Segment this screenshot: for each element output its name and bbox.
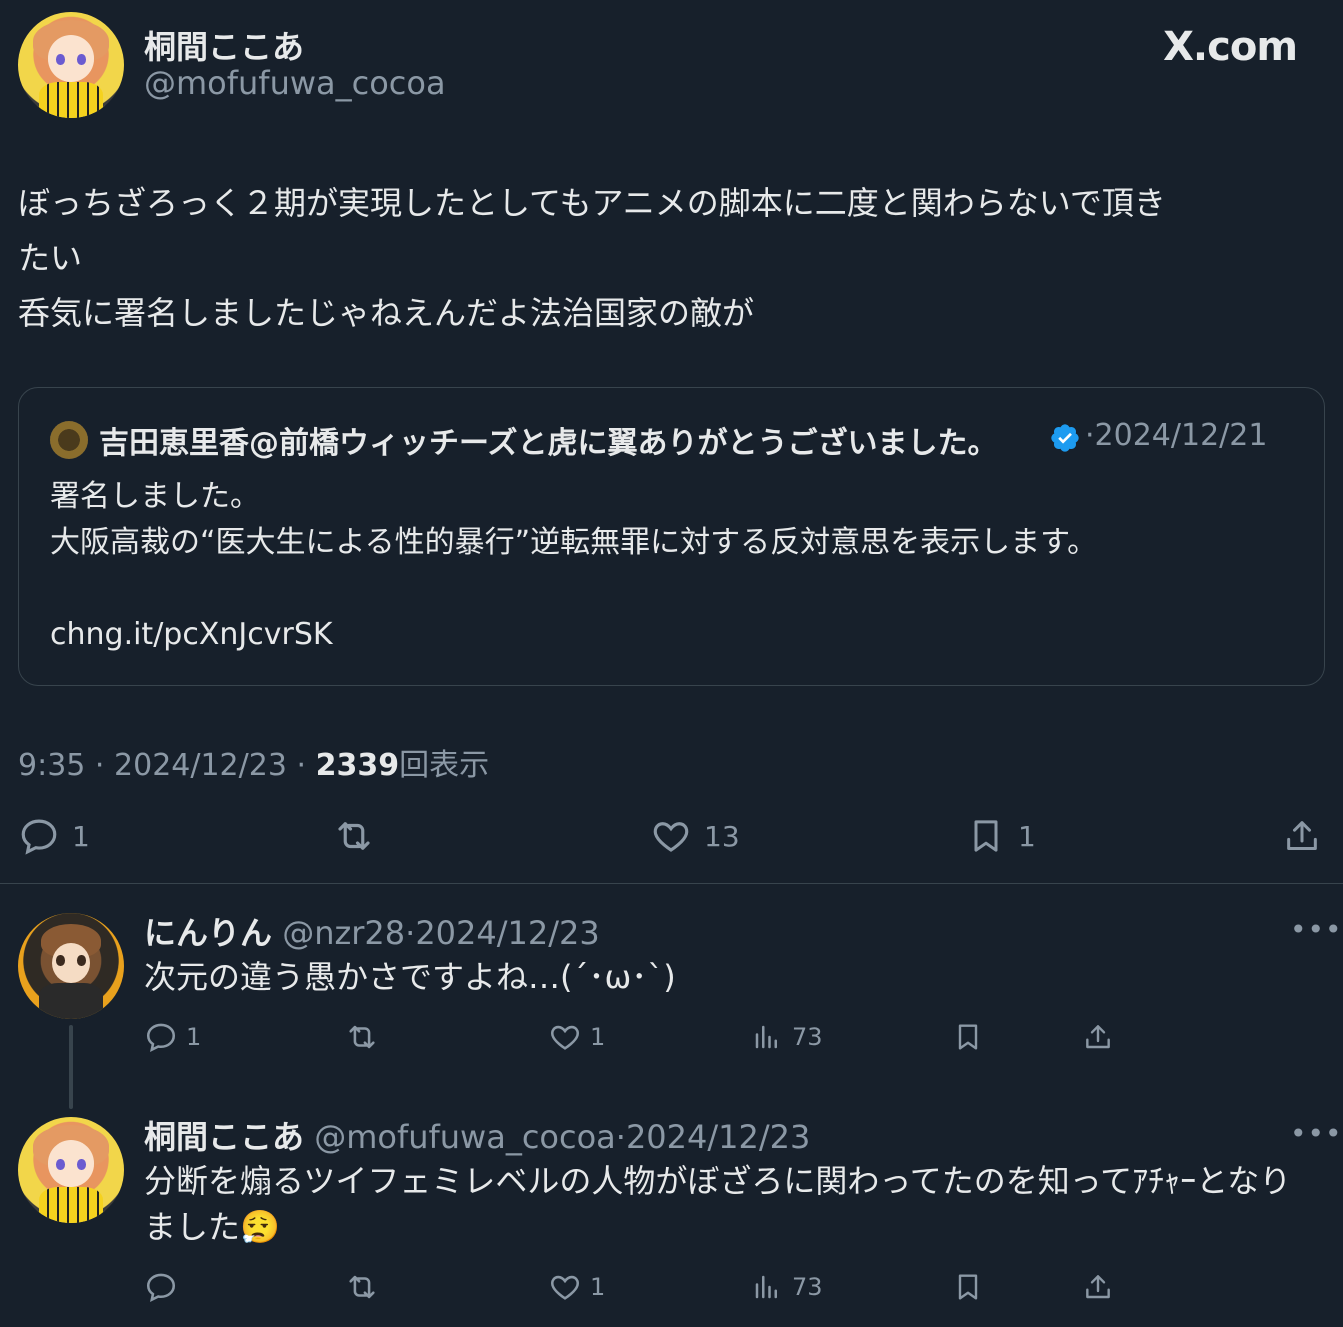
quoted-author-avatar (50, 421, 88, 459)
divider (0, 883, 1343, 884)
reply-date[interactable]: 2024/12/23 (415, 914, 599, 952)
share-icon (1086, 1025, 1110, 1049)
share-button[interactable] (1082, 1270, 1114, 1304)
reply-avatar[interactable] (18, 913, 124, 1019)
views-count: 73 (792, 1273, 823, 1301)
views-label: 回表示 (399, 748, 490, 783)
bookmark-icon (958, 1024, 978, 1050)
analytics-icon (755, 1025, 777, 1049)
reply-button[interactable]: 1 (144, 1020, 201, 1054)
bookmark-button[interactable] (952, 1020, 984, 1054)
reply-date[interactable]: 2024/12/23 (626, 1118, 810, 1156)
retweet-button[interactable] (344, 1270, 380, 1304)
bookmark-button[interactable] (952, 1270, 984, 1304)
views-count: 73 (792, 1023, 823, 1051)
reply-header: 桐間ここあ @mofufuwa_cocoa·2024/12/23 (144, 1112, 810, 1158)
reply-button[interactable]: 1 (18, 815, 90, 857)
views-button[interactable]: 73 (752, 1270, 823, 1304)
verified-badge-icon (1051, 424, 1079, 452)
reply-icon (146, 1023, 176, 1053)
quoted-tweet-text: 署名しました。 大阪高裁の“医大生による性的暴行”逆転無罪に対する反対意思を表示… (50, 479, 1098, 652)
views-count: 2339 (315, 748, 400, 783)
heart-icon (653, 822, 689, 852)
reply-author-handle[interactable]: @nzr28 (282, 914, 405, 952)
reply-icon (146, 1273, 176, 1303)
separator: · (296, 748, 307, 783)
tweet-meta: 9:35 · 2024/12/23 · 2339回表示 (18, 740, 489, 784)
bookmark-icon (974, 820, 998, 852)
like-button[interactable]: 13 (650, 815, 740, 857)
author-avatar[interactable] (18, 12, 124, 118)
retweet-icon (338, 822, 370, 850)
share-button[interactable] (1282, 815, 1322, 857)
quoted-author-name: 吉田恵里香@前橋ウィッチーズと虎に翼ありがとうございました。 (99, 426, 998, 461)
thread-line (69, 1025, 73, 1109)
bookmark-button[interactable]: 1 (966, 815, 1036, 857)
reply-button[interactable] (144, 1270, 186, 1304)
like-count: 13 (704, 819, 740, 853)
quoted-tweet[interactable]: 吉田恵里香@前橋ウィッチーズと虎に翼ありがとうございました。 ·2024/12/… (18, 387, 1325, 686)
quoted-tweet-date: ·2024/12/21 (1085, 418, 1267, 453)
reply-icon (21, 819, 57, 855)
tweet-page: 桐間ここあ @mofufuwa_cocoa X.com ぼっちざろっく２期が実現… (0, 0, 1343, 1327)
share-icon (1287, 821, 1317, 850)
like-count: 1 (590, 1273, 606, 1301)
heart-icon (551, 1275, 579, 1300)
reply-count: 1 (186, 1023, 202, 1051)
reply-text: 分断を煽るツイフェミレベルの人物がぼざろに関わってたのを知ってｱﾁｬｰとなり ま… (144, 1162, 1292, 1246)
retweet-button[interactable] (344, 1020, 380, 1054)
more-options-icon[interactable]: ••• (1290, 1117, 1343, 1150)
like-button[interactable]: 1 (548, 1270, 605, 1304)
bookmark-icon (958, 1274, 978, 1300)
separator: · (615, 1118, 626, 1156)
retweet-button[interactable] (332, 815, 388, 857)
analytics-icon (755, 1275, 777, 1299)
share-icon (1086, 1275, 1110, 1299)
heart-icon (551, 1025, 579, 1050)
reply-author-name[interactable]: 桐間ここあ (144, 1118, 304, 1156)
reply-header: にんりん @nzr28·2024/12/23 (144, 908, 600, 954)
bookmark-count: 1 (1018, 819, 1036, 853)
retweet-icon (349, 1275, 375, 1299)
reply-author-name[interactable]: にんりん (144, 914, 272, 952)
tweet-time[interactable]: 9:35 (18, 748, 85, 783)
quoted-date: 2024/12/21 (1094, 418, 1268, 453)
separator: · (1085, 418, 1095, 453)
more-options-icon[interactable]: ••• (1290, 913, 1343, 946)
author-handle[interactable]: @mofufuwa_cocoa (144, 64, 446, 102)
tweet-text: ぼっちざろっく２期が実現したとしてもアニメの脚本に二度と関わらないで頂き たい … (18, 184, 1166, 332)
x-logo: X.com (1163, 24, 1298, 70)
tweet-date[interactable]: 2024/12/23 (114, 748, 287, 783)
reply-author-handle[interactable]: @mofufuwa_cocoa (314, 1118, 616, 1156)
reply-count: 1 (72, 819, 90, 853)
retweet-icon (349, 1025, 375, 1049)
author-name[interactable]: 桐間ここあ (144, 22, 304, 68)
separator: · (94, 748, 105, 783)
separator: · (405, 914, 416, 952)
share-button[interactable] (1082, 1020, 1114, 1054)
views-button[interactable]: 73 (752, 1020, 823, 1054)
like-button[interactable]: 1 (548, 1020, 605, 1054)
reply-text: 次元の違う愚かさですよね…(´･ω･`) (144, 958, 676, 996)
reply-avatar[interactable] (18, 1117, 124, 1223)
like-count: 1 (590, 1023, 606, 1051)
